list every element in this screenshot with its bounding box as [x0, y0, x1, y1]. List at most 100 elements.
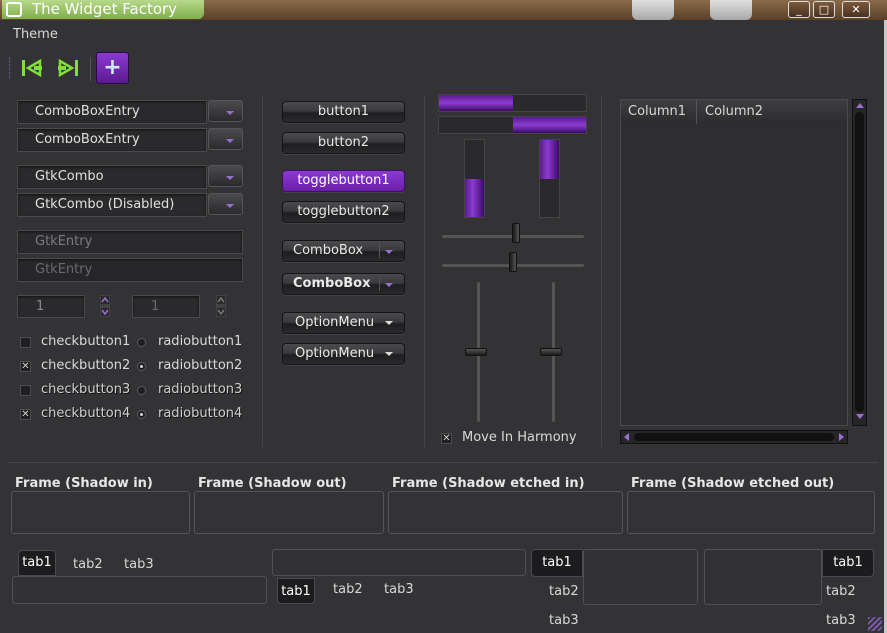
progress-fill	[540, 140, 559, 179]
combobox-label: ComboBox	[293, 243, 364, 258]
checkbutton-label[interactable]: checkbutton1	[41, 334, 130, 349]
minimize-button[interactable]: _	[788, 1, 810, 18]
spinbutton-2: 1	[132, 295, 200, 318]
hscale-2-thumb[interactable]	[509, 252, 517, 272]
radiobutton-label[interactable]: radiobutton2	[158, 358, 242, 373]
scrollbar-thumb[interactable]	[855, 112, 864, 412]
add-button[interactable]: +	[96, 52, 129, 84]
notebook4-tab2[interactable]: tab2	[826, 584, 856, 599]
notebook2-tab2[interactable]: tab2	[333, 582, 363, 597]
radiobutton-label: radiobutton3	[158, 382, 243, 397]
optionmenu-label: OptionMenu	[295, 315, 375, 330]
go-first-icon[interactable]	[20, 57, 44, 79]
checkbox-1[interactable]	[20, 337, 31, 348]
notebook2-page	[272, 549, 526, 576]
checkbox-3	[20, 385, 31, 396]
frame-shadow-etched-in	[388, 491, 623, 534]
gtkentry[interactable]: GtkEntry	[17, 230, 243, 254]
resize-grip-icon[interactable]	[868, 617, 882, 631]
frame-title: Frame (Shadow etched in)	[392, 476, 589, 491]
button1[interactable]: button1	[282, 101, 405, 123]
notebook2-tab3[interactable]: tab3	[384, 582, 414, 597]
go-last-icon[interactable]	[56, 57, 80, 79]
radio-4	[137, 410, 146, 419]
radio-2[interactable]	[137, 362, 146, 371]
frame-shadow-etched-out	[627, 491, 875, 534]
tree-view[interactable]	[620, 99, 848, 426]
combo-arrow-icon[interactable]	[208, 128, 243, 150]
notebook3-tab3[interactable]: tab3	[549, 613, 579, 628]
optionmenu-label: OptionMenu	[295, 346, 375, 361]
frame-shadow-out	[194, 491, 384, 534]
notebook1-page	[12, 576, 267, 604]
frame-title: Frame (Shadow etched out)	[631, 476, 839, 491]
togglebutton2[interactable]: togglebutton2	[282, 201, 405, 223]
progressbar-horizontal-1	[438, 94, 587, 112]
progress-fill	[465, 178, 484, 217]
notebook3-tab1[interactable]: tab1	[531, 549, 583, 577]
toolbar-grip[interactable]	[9, 57, 11, 79]
drive-icon	[632, 0, 674, 20]
chevron-down-icon	[385, 321, 393, 325]
chevron-down-icon	[385, 352, 393, 356]
comboboxentry-1[interactable]: ComboBoxEntry	[17, 100, 207, 124]
togglebutton1[interactable]: togglebutton1	[282, 170, 405, 192]
gtkentry-disabled: GtkEntry	[17, 258, 243, 282]
hscale-1-thumb[interactable]	[511, 223, 520, 243]
notebook2-tab1[interactable]: tab1	[277, 578, 315, 604]
row-separator	[8, 462, 878, 463]
column-header-2[interactable]: Column2	[697, 100, 847, 124]
vscale-1-thumb[interactable]	[465, 348, 487, 356]
progressbar-horizontal-2	[438, 116, 587, 134]
radio-1[interactable]	[137, 338, 146, 347]
notebook1-tab3[interactable]: tab3	[124, 557, 154, 572]
scroll-up-icon[interactable]	[856, 103, 864, 108]
spin-arrows-icon[interactable]	[99, 294, 111, 318]
move-in-harmony-checkbox[interactable]: ✕	[441, 433, 452, 444]
checkbox-4: ✕	[20, 409, 31, 420]
frame-title: Frame (Shadow in)	[15, 476, 157, 491]
column-separator	[262, 95, 263, 447]
close-button[interactable]: ✕	[842, 1, 870, 18]
scroll-left-icon[interactable]	[624, 433, 629, 441]
spinbutton-1[interactable]: 1	[17, 295, 85, 318]
notebook1-tab2[interactable]: tab2	[73, 557, 103, 572]
notebook1-tab1[interactable]: tab1	[18, 550, 56, 576]
scroll-right-icon[interactable]	[839, 433, 844, 441]
window-icon	[6, 2, 22, 17]
chevron-down-icon	[385, 250, 393, 254]
progress-fill	[439, 95, 513, 111]
button2[interactable]: button2	[282, 132, 405, 154]
checkbox-2[interactable]: ✕	[20, 361, 31, 372]
window-title: The Widget Factory	[2, 0, 204, 19]
maximize-button[interactable]: □	[813, 1, 835, 18]
drive-icon	[710, 0, 752, 20]
scroll-down-icon[interactable]	[856, 414, 864, 419]
checkbutton-label[interactable]: checkbutton2	[41, 358, 130, 373]
radiobutton-label[interactable]: radiobutton1	[158, 334, 242, 349]
radiobutton-label: radiobutton4	[158, 406, 243, 421]
column-separator	[601, 95, 602, 447]
notebook4-page	[704, 549, 822, 605]
progressbar-vertical-2	[539, 139, 560, 218]
frame-shadow-in	[11, 491, 190, 534]
vscale-2-thumb[interactable]	[540, 348, 562, 356]
notebook3-tab2[interactable]: tab2	[549, 584, 579, 599]
gtkcombo[interactable]: GtkCombo	[17, 165, 207, 189]
comboboxentry-2[interactable]: ComboBoxEntry	[17, 128, 207, 152]
progress-fill	[512, 117, 586, 133]
combo-arrow-icon[interactable]	[208, 165, 243, 187]
notebook4-tab1[interactable]: tab1	[822, 549, 874, 577]
toolbar-separator	[90, 57, 91, 81]
notebook4-tab3[interactable]: tab3	[826, 613, 856, 628]
radio-3	[137, 386, 146, 395]
chevron-down-icon	[385, 283, 393, 287]
menu-theme[interactable]: Theme	[13, 27, 58, 42]
column-header-1[interactable]: Column1	[621, 100, 697, 124]
gtkcombo-disabled: GtkCombo (Disabled)	[17, 193, 207, 217]
progressbar-vertical-1	[464, 139, 485, 218]
move-in-harmony-label[interactable]: Move In Harmony	[462, 430, 577, 445]
checkbutton-label: checkbutton3	[41, 382, 131, 397]
combo-arrow-icon[interactable]	[208, 100, 243, 122]
scrollbar-thumb[interactable]	[634, 433, 834, 441]
